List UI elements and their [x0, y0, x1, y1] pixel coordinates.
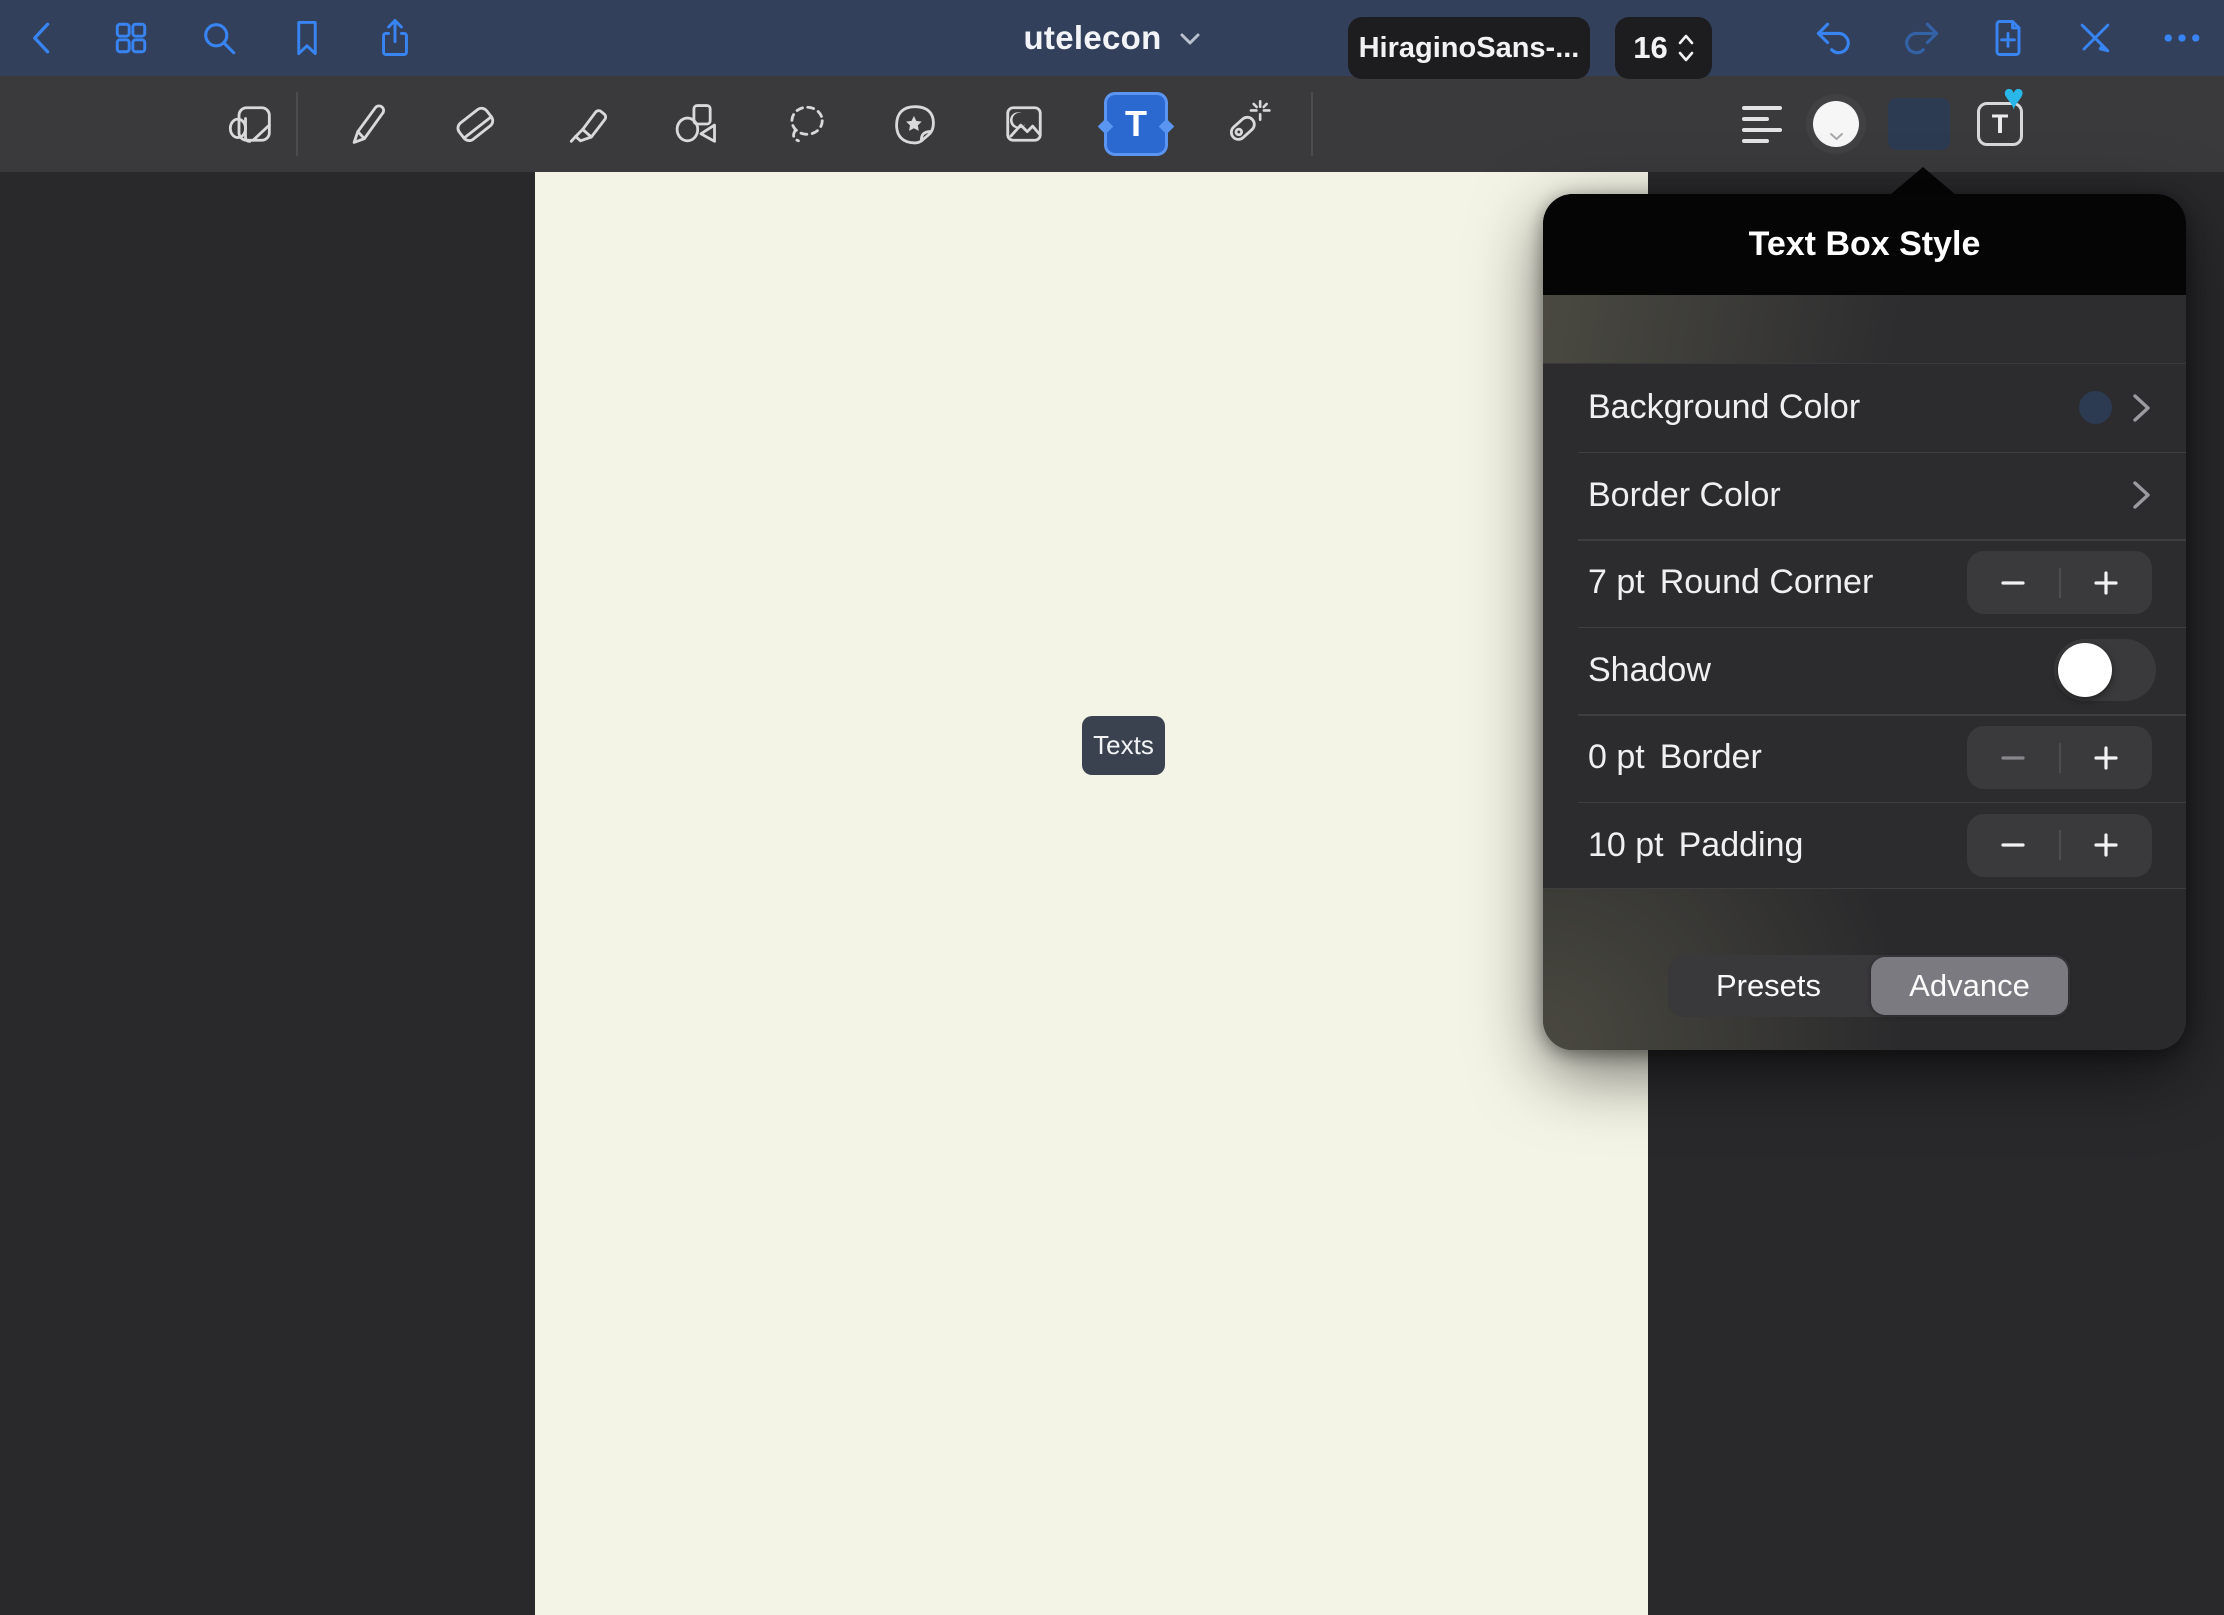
row-label: Round Corner [1660, 563, 1874, 602]
text-tool-button[interactable]: T [1104, 92, 1168, 156]
border-width-row: 0 pt Border [1543, 714, 2186, 802]
favorite-heart-icon: ♥ [2003, 79, 2024, 115]
popover-title: Text Box Style [1749, 225, 1981, 264]
tab-presets[interactable]: Presets [1668, 955, 1869, 1017]
popover-preview-band [1543, 295, 2186, 363]
up-down-chevrons-icon [1678, 33, 1694, 63]
padding-value: 10 pt [1588, 826, 1664, 865]
round-corner-stepper [1967, 551, 2152, 614]
popover-arrow [1890, 167, 1956, 195]
reader-mode-icon[interactable] [224, 96, 280, 152]
text-align-button[interactable] [1742, 102, 1786, 146]
font-family-label: HiraginoSans-... [1359, 32, 1580, 65]
shadow-row: Shadow [1543, 627, 2186, 715]
round-corner-value: 7 pt [1588, 563, 1645, 602]
font-family-button[interactable]: HiraginoSans-... [1348, 17, 1590, 79]
pencil-cross-icon[interactable] [2072, 15, 2118, 61]
undo-icon[interactable] [1811, 15, 1857, 61]
presets-advance-segmented-control: Presets Advance [1668, 955, 2070, 1017]
text-box-style-popover: Text Box Style Background Color Border C… [1543, 194, 2186, 1050]
plus-button[interactable] [2061, 814, 2153, 877]
tab-label: Advance [1909, 968, 2030, 1004]
padding-row: 10 pt Padding [1543, 802, 2186, 890]
text-color-white [1813, 101, 1859, 147]
shadow-toggle[interactable] [2054, 639, 2156, 701]
popover-header: Text Box Style [1543, 194, 2186, 295]
round-corner-row: 7 pt Round Corner [1543, 539, 2186, 627]
text-color-swatch[interactable] [1806, 94, 1866, 154]
shapes-icon[interactable] [667, 96, 723, 152]
text-box-content: Texts [1093, 730, 1154, 761]
text-background-color-swatch[interactable] [1888, 98, 1950, 150]
border-width-stepper [1967, 726, 2152, 789]
document-title: utelecon [1023, 19, 1161, 57]
row-label: Border [1660, 738, 1762, 777]
font-size-value: 16 [1633, 30, 1667, 66]
chevron-down-icon [1179, 32, 1201, 51]
chevron-down-icon [1829, 132, 1844, 141]
row-label: Border Color [1588, 476, 1781, 515]
sticker-icon[interactable] [887, 96, 943, 152]
more-icon[interactable] [2159, 15, 2205, 61]
app-screen: utelecon [0, 0, 2224, 1615]
text-tool-glyph: T [1125, 103, 1147, 145]
row-label: Background Color [1588, 388, 1860, 427]
style-settings-list: Background Color Border Color 7 pt [1543, 363, 2186, 888]
padding-stepper [1967, 814, 2152, 877]
minus-button[interactable] [1967, 726, 2059, 789]
plus-button[interactable] [2061, 726, 2153, 789]
background-color-row[interactable]: Background Color [1543, 364, 2186, 452]
chevron-right-icon [2131, 478, 2153, 512]
toolbar-separator [1311, 92, 1313, 156]
row-label: Shadow [1588, 651, 1711, 690]
minus-button[interactable] [1967, 814, 2059, 877]
toolbar-separator [296, 92, 298, 156]
topbar-right-group [1811, 0, 2205, 76]
popover-footer: Presets Advance [1543, 888, 2186, 1050]
border-width-value: 0 pt [1588, 738, 1645, 777]
tab-advance[interactable]: Advance [1869, 955, 2070, 1017]
image-icon[interactable] [996, 96, 1052, 152]
plus-button[interactable] [2061, 551, 2153, 614]
border-color-row[interactable]: Border Color [1543, 452, 2186, 540]
notebook-page[interactable]: Texts [535, 172, 1648, 1615]
background-color-current-swatch [2079, 391, 2112, 424]
chevron-right-icon [2131, 391, 2153, 425]
redo-icon[interactable] [1898, 15, 1944, 61]
row-label: Padding [1679, 826, 1804, 865]
pen-icon[interactable] [338, 96, 394, 152]
text-box-object[interactable]: Texts [1082, 716, 1165, 775]
add-page-icon[interactable] [1985, 15, 2031, 61]
top-navigation-bar: utelecon [0, 0, 2224, 76]
minus-button[interactable] [1967, 551, 2059, 614]
eraser-icon[interactable] [447, 96, 503, 152]
toggle-knob [2058, 643, 2112, 697]
lasso-icon[interactable] [778, 96, 834, 152]
laser-pointer-icon[interactable] [1217, 96, 1273, 152]
highlighter-icon[interactable] [559, 96, 615, 152]
tab-label: Presets [1716, 968, 1821, 1004]
font-size-stepper[interactable]: 16 [1615, 17, 1712, 79]
